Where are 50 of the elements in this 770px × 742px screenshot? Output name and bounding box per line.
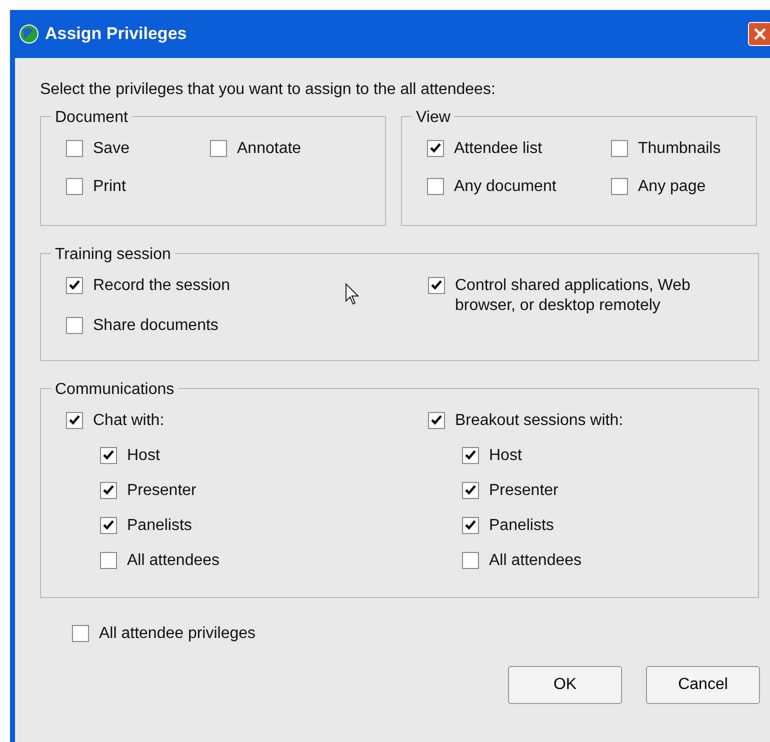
checkbox-option[interactable]: Share documents (66, 316, 428, 336)
checkbox-option[interactable]: Annotate (210, 139, 360, 159)
checkbox[interactable] (72, 625, 89, 642)
close-icon (754, 28, 766, 40)
checkbox-option[interactable]: Chat with: (66, 411, 428, 431)
checkbox[interactable] (100, 482, 117, 499)
checkbox-option[interactable]: Panelists (100, 516, 428, 536)
mouse-pointer-icon (345, 283, 359, 305)
checkbox[interactable] (427, 140, 444, 157)
checkbox-option[interactable]: Print (66, 177, 210, 197)
checkbox-option[interactable]: Any page (611, 177, 746, 197)
checkbox-option[interactable]: Record the session (66, 276, 428, 296)
checkbox[interactable] (462, 447, 479, 464)
checkbox-option[interactable]: All attendees (462, 551, 748, 571)
checkbox[interactable] (428, 412, 445, 429)
checkbox[interactable] (100, 552, 117, 569)
checkbox[interactable] (66, 178, 83, 195)
checkbox-option[interactable]: Host (462, 446, 748, 466)
checkbox-option[interactable]: All attendees (100, 551, 428, 571)
close-button[interactable] (748, 22, 770, 46)
checkbox[interactable] (100, 517, 117, 534)
checkbox-option[interactable]: Panelists (462, 516, 748, 536)
checkbox-option[interactable]: Control shared applications, Web browser, or desktop remotely (428, 276, 748, 316)
checkbox[interactable] (66, 277, 83, 294)
checkbox[interactable] (462, 517, 479, 534)
checkbox[interactable] (428, 277, 445, 294)
checkbox-option[interactable]: All attendee privileges (72, 624, 256, 644)
checkbox-option[interactable]: Thumbnails (611, 139, 746, 159)
dialog-button[interactable]: OK (508, 666, 622, 704)
checkbox[interactable] (100, 447, 117, 464)
checkbox-option[interactable]: Attendee list (427, 139, 611, 159)
checkbox[interactable] (427, 178, 444, 195)
checkbox[interactable] (66, 412, 83, 429)
window-title: Assign Privileges (45, 23, 187, 46)
checkbox[interactable] (611, 140, 628, 157)
checkbox[interactable] (462, 552, 479, 569)
checkbox-option[interactable]: Breakout sessions with: (428, 411, 748, 431)
checkbox-option[interactable]: Presenter (462, 481, 748, 501)
checkbox[interactable] (210, 140, 227, 157)
checkbox-option[interactable]: Any document (427, 177, 611, 197)
globe-icon (19, 24, 39, 44)
dialog-button[interactable]: Cancel (646, 666, 760, 704)
checkbox-option[interactable]: Host (100, 446, 428, 466)
checkbox[interactable] (611, 178, 628, 195)
checkbox-option[interactable]: Save (66, 139, 210, 159)
checkbox[interactable] (66, 317, 83, 334)
checkbox[interactable] (66, 140, 83, 157)
checkbox-option[interactable]: Presenter (100, 481, 428, 501)
checkbox[interactable] (462, 482, 479, 499)
instruction-text: Select the privileges that you want to assign to the all attendees: (40, 80, 496, 100)
